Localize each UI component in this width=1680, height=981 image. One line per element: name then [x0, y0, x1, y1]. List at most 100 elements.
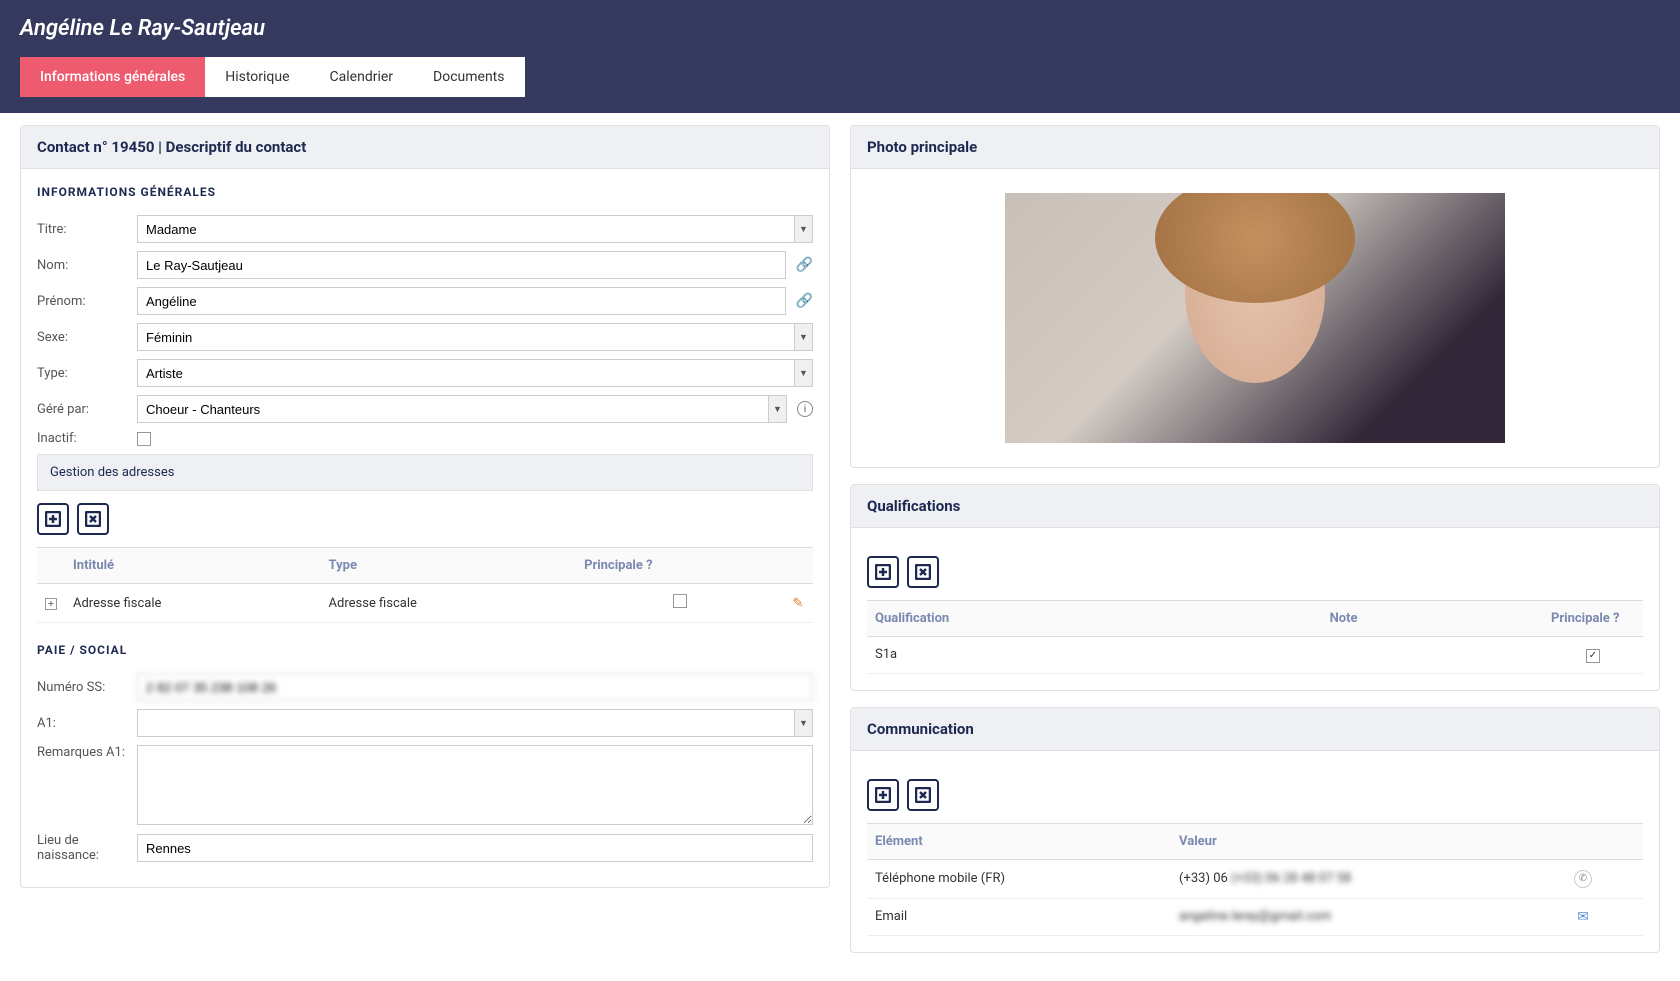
nom-label: Nom: [37, 258, 127, 273]
app-header: Angéline Le Ray-Sautjeau Informations gé… [0, 0, 1680, 113]
contact-panel: Contact n° 19450 | Descriptif du contact… [20, 125, 830, 888]
plus-icon [875, 564, 891, 580]
right-column: Photo principale Qualifications [850, 125, 1660, 969]
col-qualification[interactable]: Qualification [867, 601, 1322, 637]
nom-input[interactable] [137, 251, 786, 279]
page-title: Angéline Le Ray-Sautjeau [20, 16, 1660, 41]
communication-header: Communication [851, 708, 1659, 751]
qual-principale-checkbox[interactable] [1586, 649, 1600, 663]
mail-icon[interactable]: ✉ [1577, 909, 1589, 925]
qual-note [1322, 637, 1543, 674]
communication-panel: Communication Elément Valeur [850, 707, 1660, 953]
contact-photo[interactable] [1005, 193, 1505, 443]
col-intitule[interactable]: Intitulé [65, 548, 321, 584]
remarquesa1-label: Remarques A1: [37, 745, 127, 760]
qualification-add-button[interactable] [867, 556, 899, 588]
qualifications-table: Qualification Note Principale ? S1a [867, 600, 1643, 674]
photo-panel-title: Photo principale [867, 138, 1643, 156]
address-principale-checkbox[interactable] [673, 594, 687, 608]
numeross-label: Numéro SS: [37, 680, 127, 695]
expand-icon[interactable]: + [45, 598, 57, 610]
field-a1: A1: ▼ [37, 709, 813, 737]
gerepar-input[interactable] [137, 395, 787, 423]
address-delete-button[interactable] [77, 503, 109, 535]
x-box-icon [85, 511, 101, 527]
contact-panel-header: Contact n° 19450 | Descriptif du contact [21, 126, 829, 169]
prenom-link-icon[interactable]: 🔗 [796, 293, 813, 309]
tab-documents[interactable]: Documents [413, 57, 524, 97]
table-row[interactable]: Email angeline.leray@gmail.com ✉ [867, 898, 1643, 935]
address-type: Adresse fiscale [321, 584, 577, 623]
a1-input[interactable] [137, 709, 813, 737]
qualification-delete-button[interactable] [907, 556, 939, 588]
inactif-checkbox[interactable] [137, 432, 151, 446]
x-box-icon [915, 564, 931, 580]
addresses-table: Intitulé Type Principale ? + Adresse fis… [37, 547, 813, 623]
qualifications-header: Qualifications [851, 485, 1659, 528]
tab-bar: Informations générales Historique Calend… [20, 57, 1660, 97]
contact-panel-title: Contact n° 19450 | Descriptif du contact [37, 138, 813, 156]
titre-input[interactable] [137, 215, 813, 243]
edit-icon[interactable]: ✎ [793, 596, 804, 611]
a1-dropdown-icon[interactable]: ▼ [794, 710, 812, 736]
gerepar-dropdown-icon[interactable]: ▼ [768, 396, 786, 422]
field-gerepar: Géré par: ▼ i [37, 395, 813, 423]
sexe-label: Sexe: [37, 330, 127, 345]
type-input[interactable] [137, 359, 813, 387]
type-label: Type: [37, 366, 127, 381]
qualifications-panel: Qualifications Qualification Note [850, 484, 1660, 691]
numeross-input[interactable] [137, 673, 813, 701]
col-qual-principale[interactable]: Principale ? [1543, 601, 1643, 637]
plus-icon [875, 787, 891, 803]
communication-title: Communication [867, 720, 1643, 738]
field-sexe: Sexe: ▼ [37, 323, 813, 351]
tab-calendrier[interactable]: Calendrier [310, 57, 414, 97]
address-add-button[interactable] [37, 503, 69, 535]
qual-name: S1a [867, 637, 1322, 674]
section-label-info: INFORMATIONS GÉNÉRALES [37, 185, 813, 199]
comm-valeur: angeline.leray@gmail.com [1171, 898, 1563, 935]
titre-dropdown-icon[interactable]: ▼ [794, 216, 812, 242]
gerepar-label: Géré par: [37, 402, 127, 417]
field-type: Type: ▼ [37, 359, 813, 387]
sexe-input[interactable] [137, 323, 813, 351]
sexe-dropdown-icon[interactable]: ▼ [794, 324, 812, 350]
col-element[interactable]: Elément [867, 823, 1171, 859]
comm-element: Téléphone mobile (FR) [867, 859, 1171, 898]
qualifications-title: Qualifications [867, 497, 1643, 515]
field-lieunaissance: Lieu de naissance: [37, 833, 813, 863]
type-dropdown-icon[interactable]: ▼ [794, 360, 812, 386]
col-note[interactable]: Note [1322, 601, 1543, 637]
section-label-paie: PAIE / SOCIAL [37, 643, 813, 657]
col-type[interactable]: Type [321, 548, 577, 584]
a1-label: A1: [37, 716, 127, 731]
communication-delete-button[interactable] [907, 779, 939, 811]
tab-historique[interactable]: Historique [205, 57, 309, 97]
comm-valeur: (+33) 06 (+33) 06 28 48 07 58 [1171, 859, 1563, 898]
x-box-icon [915, 787, 931, 803]
remarquesa1-input[interactable] [137, 745, 813, 825]
nom-link-icon[interactable]: 🔗 [796, 257, 813, 273]
table-row[interactable]: + Adresse fiscale Adresse fiscale ✎ [37, 584, 813, 623]
lieunaissance-input[interactable] [137, 834, 813, 862]
communication-add-button[interactable] [867, 779, 899, 811]
table-row[interactable]: S1a [867, 637, 1643, 674]
titre-label: Titre: [37, 222, 127, 237]
inactif-label: Inactif: [37, 431, 127, 446]
tab-informations-generales[interactable]: Informations générales [20, 57, 205, 97]
communication-table: Elément Valeur Téléphone mobile (FR) (+3… [867, 823, 1643, 936]
plus-icon [45, 511, 61, 527]
table-row[interactable]: Téléphone mobile (FR) (+33) 06 (+33) 06 … [867, 859, 1643, 898]
field-titre: Titre: ▼ [37, 215, 813, 243]
lieunaissance-label: Lieu de naissance: [37, 833, 127, 863]
prenom-input[interactable] [137, 287, 786, 315]
address-intitule: Adresse fiscale [65, 584, 321, 623]
field-remarquesa1: Remarques A1: [37, 745, 813, 825]
photo-panel: Photo principale [850, 125, 1660, 468]
col-principale[interactable]: Principale ? [576, 548, 783, 584]
phone-icon[interactable]: ✆ [1574, 870, 1592, 888]
gerepar-info-icon[interactable]: i [797, 401, 813, 417]
field-prenom: Prénom: 🔗 [37, 287, 813, 315]
col-valeur[interactable]: Valeur [1171, 823, 1563, 859]
comm-element: Email [867, 898, 1171, 935]
